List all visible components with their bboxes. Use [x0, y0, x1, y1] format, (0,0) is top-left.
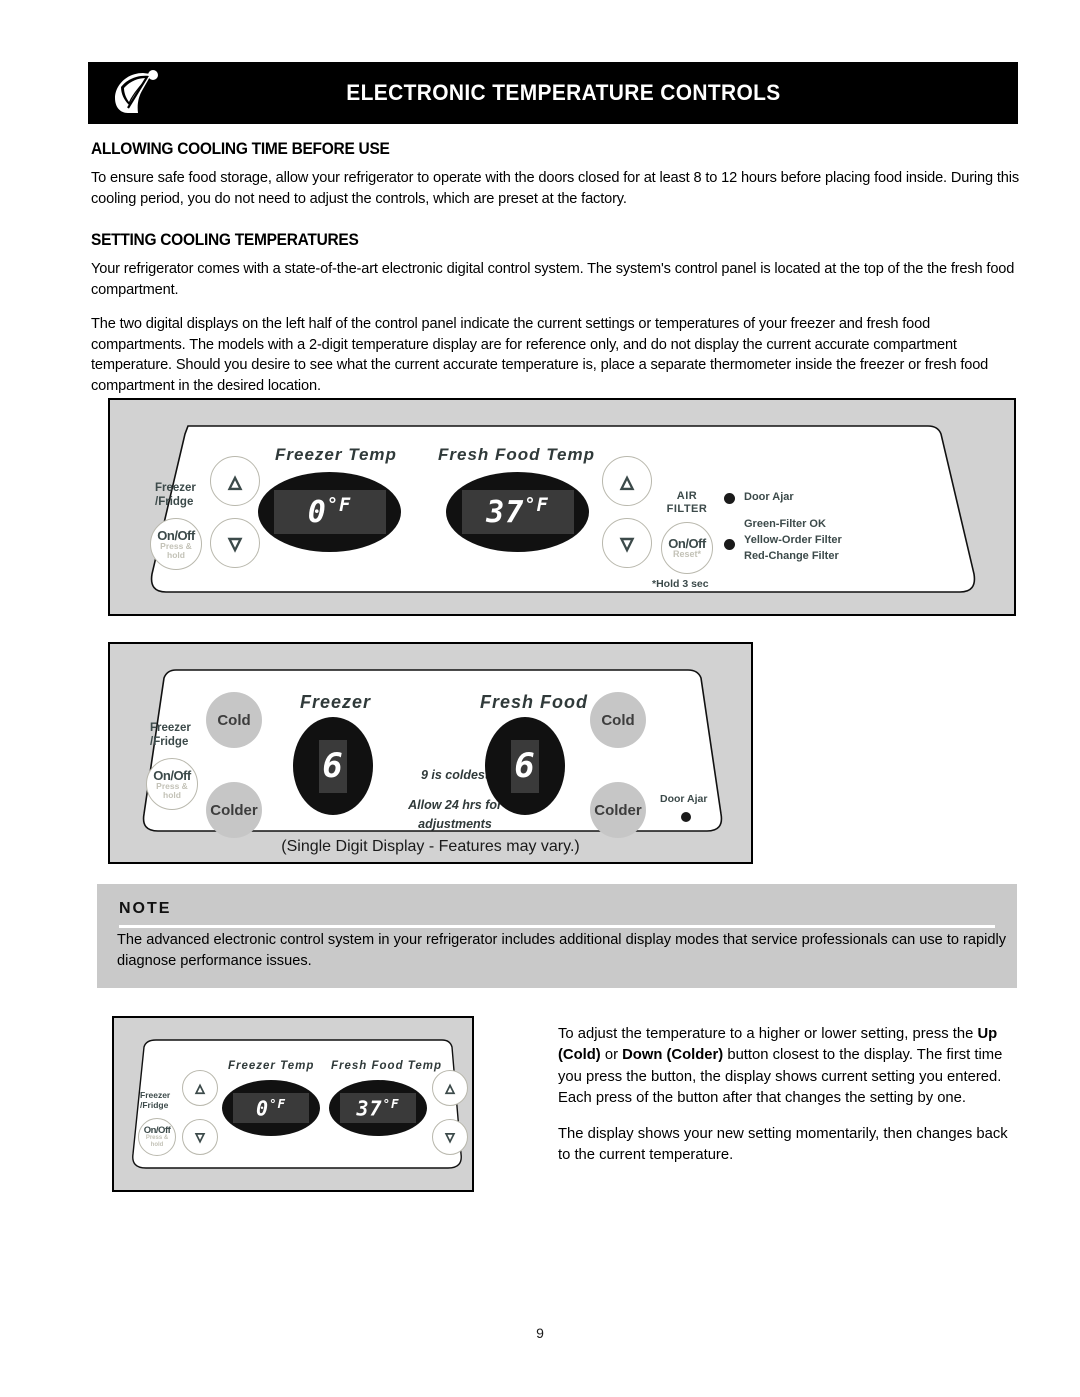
freezer-setting-value: 6 — [322, 746, 344, 786]
fresh-food-temp-value: 37°F — [356, 1095, 400, 1121]
chevron-up-icon: ▵ — [620, 465, 634, 496]
page-number: 9 — [536, 1325, 544, 1341]
door-ajar-label: Door Ajar — [744, 491, 794, 503]
fresh-food-temp-value: 37°F — [486, 494, 549, 530]
freezer-colder-button[interactable]: Colder — [206, 782, 262, 838]
freezer-temp-display: 0°F — [222, 1080, 320, 1136]
freezer-temp-display-inset: 0°F — [273, 490, 386, 534]
article-content: ALLOWING COOLING TIME BEFORE USE To ensu… — [91, 140, 1019, 410]
fresh-food-temp-title: Fresh Food Temp — [331, 1060, 443, 1072]
colder-label: Colder — [210, 801, 258, 819]
chevron-down-icon: ▿ — [228, 527, 242, 558]
door-ajar-label: Door Ajar — [660, 793, 708, 805]
adjust-paragraph-2: The display shows your new setting momen… — [558, 1126, 1008, 1164]
freezer-title: Freezer — [300, 692, 372, 712]
fresh-food-colder-button[interactable]: Colder — [590, 782, 646, 838]
fresh-food-setting-display: 6 — [485, 717, 565, 815]
freezer-temp-display-inset: 0°F — [233, 1093, 309, 1123]
chevron-down-icon: ▿ — [620, 527, 634, 558]
fresh-food-temp-title: Fresh Food Temp — [438, 445, 595, 464]
onoff-sublabel: Press & hold — [156, 780, 188, 800]
colder-label: Colder — [594, 801, 642, 819]
freezer-temp-value: 0°F — [307, 494, 352, 530]
adjust-text-c: or — [600, 1047, 623, 1064]
adjust-paragraph-1: To adjust the temperature to a higher or… — [558, 1024, 1020, 1109]
onoff-label: On/Off — [153, 767, 191, 783]
paragraph-control-system: Your refrigerator comes with a state-of-… — [91, 261, 1015, 299]
page-header: ELECTRONIC TEMPERATURE CONTROLS — [88, 62, 1018, 124]
freezer-setting-display-inset: 6 — [319, 739, 347, 793]
fresh-food-temp-display-inset: 37°F — [461, 490, 574, 534]
fresh-food-temp-up-button[interactable]: ▵ — [432, 1070, 468, 1106]
onoff-label: On/Off — [157, 527, 195, 543]
freezer-temp-title: Freezer Temp — [275, 445, 397, 464]
cold-label: Cold — [217, 711, 251, 729]
onoff-sublabel: Press & hold — [145, 1135, 169, 1148]
heading-setting-cooling-temperatures: SETTING COOLING TEMPERATURES — [91, 231, 359, 250]
door-ajar-indicator-light — [681, 812, 691, 822]
freezer-temp-title: Freezer Temp — [228, 1060, 315, 1072]
note-divider — [119, 925, 995, 928]
onoff-sublabel: Press & hold — [160, 540, 192, 560]
heading-allowing-cooling-time: ALLOWING COOLING TIME BEFORE USE — [91, 140, 390, 158]
single-digit-control-panel-figure: Freezer /Fridge On/Off Press & hold Cold… — [108, 642, 753, 864]
fresh-food-cold-button[interactable]: Cold — [590, 692, 646, 748]
fresh-food-temp-down-button[interactable]: ▿ — [602, 518, 652, 568]
freezer-cold-button[interactable]: Cold — [206, 692, 262, 748]
air-filter-label: AIR FILTER — [666, 490, 708, 516]
note-title: NOTE — [119, 900, 172, 917]
fresh-food-temp-display-inset: 37°F — [340, 1093, 416, 1123]
air-filter-onoff-label: On/Off — [668, 535, 706, 551]
air-filter-reset-label: Reset* — [672, 548, 701, 559]
leaf-swirl-logo-icon — [96, 64, 174, 122]
chevron-up-icon: ▵ — [195, 1077, 205, 1099]
freezer-temp-down-button[interactable]: ▿ — [182, 1119, 218, 1155]
down-colder-bold: Down (Colder) — [622, 1047, 724, 1064]
fresh-food-temp-display: 37°F — [446, 472, 589, 552]
air-filter-onoff-reset-button[interactable]: On/Off Reset* — [661, 522, 713, 574]
note-body: The advanced electronic control system i… — [117, 932, 1007, 970]
fresh-food-setting-value: 6 — [514, 746, 536, 786]
onoff-label: On/Off — [143, 1124, 171, 1136]
freezer-fridge-label: Freezer /Fridge — [150, 722, 191, 748]
door-ajar-indicator-light — [724, 493, 735, 504]
filter-status-legend: Green-Filter OK Yellow-Order Filter Red-… — [744, 518, 842, 562]
freezer-fridge-onoff-button[interactable]: On/Off Press & hold — [150, 518, 202, 570]
chevron-up-icon: ▵ — [445, 1077, 455, 1099]
chevron-up-icon: ▵ — [228, 465, 242, 496]
paragraph-digital-displays: The two digital displays on the left hal… — [91, 315, 989, 395]
adjust-text-a: To adjust the temperature to a higher or… — [558, 1026, 978, 1042]
single-digit-caption: (Single Digit Display - Features may var… — [281, 838, 580, 855]
fresh-food-setting-display-inset: 6 — [511, 739, 539, 793]
freezer-temp-down-button[interactable]: ▿ — [210, 518, 260, 568]
cold-label: Cold — [601, 711, 635, 729]
hold-three-sec-note: *Hold 3 sec — [652, 578, 709, 590]
freezer-fridge-label: Freezer /Fridge — [155, 482, 196, 508]
freezer-temp-value: 0°F — [256, 1095, 286, 1121]
fresh-food-title: Fresh Food — [480, 692, 588, 712]
freezer-temp-display: 0°F — [258, 472, 401, 552]
two-digit-control-panel-figure: Freezer /Fridge On/Off Press & hold ▵ ▿ … — [108, 398, 1016, 616]
bottom-control-panel-figure: Freezer /Fridge On/Off Press & hold ▵ ▿ … — [112, 1016, 474, 1192]
freezer-fridge-onoff-button[interactable]: On/Off Press & hold — [146, 758, 198, 810]
page-title: ELECTRONIC TEMPERATURE CONTROLS — [346, 80, 781, 105]
freezer-fridge-label: Freezer /Fridge — [140, 1090, 171, 1111]
freezer-fridge-onoff-button[interactable]: On/Off Press & hold — [138, 1118, 176, 1156]
freezer-setting-display: 6 — [293, 717, 373, 815]
fresh-food-temp-up-button[interactable]: ▵ — [602, 456, 652, 506]
chevron-down-icon: ▿ — [195, 1126, 205, 1148]
freezer-temp-up-button[interactable]: ▵ — [210, 456, 260, 506]
freezer-temp-up-button[interactable]: ▵ — [182, 1070, 218, 1106]
paragraph-cooling-time: To ensure safe food storage, allow your … — [91, 170, 1019, 207]
fresh-food-temp-down-button[interactable]: ▿ — [432, 1119, 468, 1155]
filter-status-indicator-light — [724, 539, 735, 550]
chevron-down-icon: ▿ — [445, 1126, 455, 1148]
fresh-food-temp-display: 37°F — [329, 1080, 427, 1136]
adjust-instructions: To adjust the temperature to a higher or… — [558, 1024, 1020, 1182]
